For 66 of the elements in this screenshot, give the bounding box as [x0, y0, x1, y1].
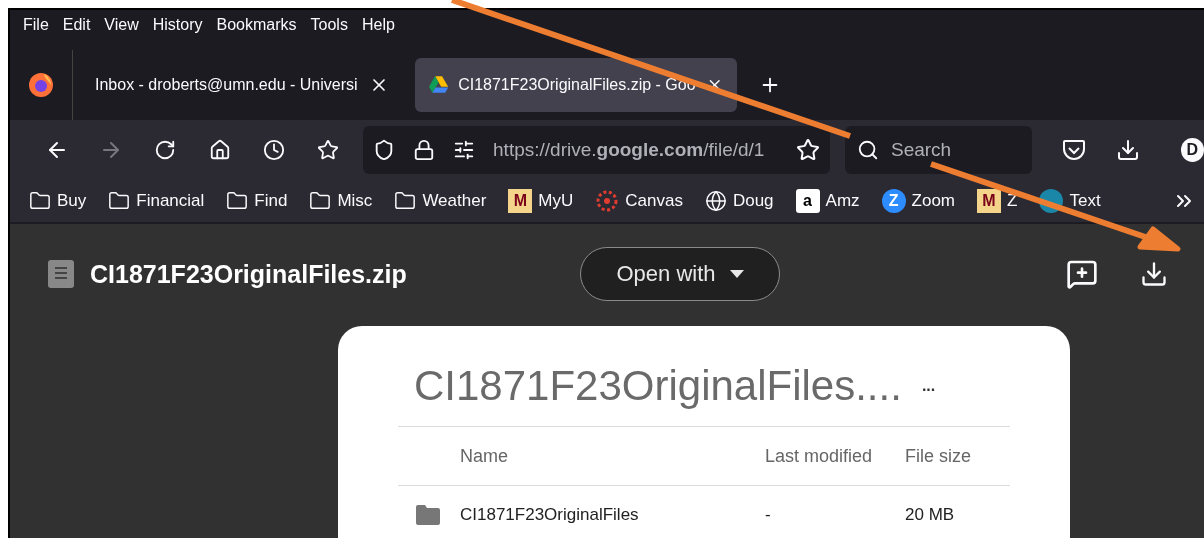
column-header[interactable]: Last modified — [765, 445, 905, 467]
caret-icon — [729, 270, 744, 278]
letter-m-icon: M — [977, 189, 1002, 213]
tab-title: Inbox - droberts@umn.edu - Universi — [95, 76, 359, 94]
dotted-circle-icon — [595, 189, 620, 213]
fox-logo-icon — [28, 72, 54, 98]
open-with-button[interactable]: Open with — [580, 247, 780, 301]
bookmark-item[interactable]: Find — [221, 190, 293, 212]
table-cell-text: 20 MB — [905, 505, 956, 525]
archive-title: CI1871F23OriginalFiles.... — [414, 362, 902, 410]
globe-icon — [704, 190, 727, 212]
folder-icon — [226, 190, 249, 212]
search-bar[interactable]: Search — [844, 126, 1033, 174]
table-cell-text: CI1871F23OriginalFiles — [460, 505, 640, 525]
bookmark-item[interactable]: Z Zoom — [876, 189, 961, 213]
account-avatar[interactable]: D — [1180, 138, 1204, 162]
star-icon[interactable] — [795, 138, 820, 162]
table-cell-text: - — [765, 505, 772, 525]
address-bar[interactable]: https://drive.google.com/file/d/1 — [363, 126, 830, 174]
search-icon — [856, 139, 879, 161]
letter-a-icon: a — [795, 189, 820, 213]
menu-item[interactable]: Bookmarks — [209, 16, 304, 34]
column-header[interactable]: Name — [460, 445, 765, 467]
add-comment-button[interactable] — [1066, 258, 1098, 290]
star-icon — [316, 139, 339, 161]
letter-z-icon: Z — [881, 189, 906, 213]
sliders-icon — [453, 139, 476, 161]
bookmark-item[interactable]: a Amz — [790, 189, 865, 213]
bookmark-item[interactable]: Weather — [389, 190, 492, 212]
circle-logo-icon — [1039, 189, 1064, 213]
file-name: CI1871F23OriginalFiles.zip — [90, 259, 408, 289]
menu-item[interactable]: Tools — [303, 16, 355, 34]
folder-icon — [394, 190, 417, 212]
triangle-logo-icon — [429, 75, 449, 95]
download-icon — [1115, 138, 1140, 162]
menu-item[interactable]: Help — [354, 16, 402, 34]
download-button[interactable] — [1140, 260, 1168, 288]
bookmark-item[interactable]: Buy — [24, 190, 92, 212]
folder-icon — [309, 190, 332, 212]
menu-item[interactable]: Edit — [55, 16, 98, 34]
reload-icon — [154, 139, 177, 161]
browser-tab[interactable]: Inbox - droberts@umn.edu - Universi — [81, 58, 403, 112]
pocket-icon — [1061, 139, 1086, 161]
file-icon — [48, 260, 74, 288]
menu-item[interactable]: File — [16, 16, 56, 34]
folder-icon — [416, 505, 440, 525]
menu-item[interactable]: View — [97, 16, 146, 34]
bookmark-item[interactable]: Text — [1034, 189, 1106, 213]
folder-icon — [108, 190, 131, 212]
bookmark-item[interactable]: Misc — [304, 190, 378, 212]
bookmark-item[interactable]: M MyU — [503, 189, 579, 213]
folder-icon — [29, 190, 51, 212]
download-icon — [1140, 260, 1168, 288]
menu-item[interactable]: History — [145, 16, 210, 34]
search-input[interactable]: Search — [888, 138, 1013, 162]
more-options[interactable]: ... — [921, 377, 936, 395]
lock-icon — [413, 139, 436, 161]
comment-plus-icon — [1066, 258, 1098, 290]
bookmark-item[interactable]: Canvas — [590, 189, 688, 213]
bookmark-item[interactable]: Doug — [699, 190, 779, 212]
url-text: https://drive.google.com/file/d/1 — [493, 139, 766, 161]
bookmark-item[interactable]: Financial — [103, 190, 210, 212]
column-header[interactable]: File size — [905, 445, 1010, 467]
letter-m-icon: M — [508, 189, 533, 213]
home-icon — [208, 139, 231, 161]
clock-icon — [262, 139, 285, 161]
